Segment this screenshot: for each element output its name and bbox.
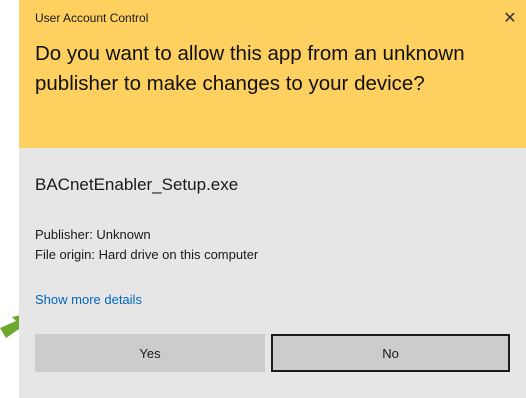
close-icon[interactable]: ✕ (494, 4, 526, 32)
uac-dialog: User Account Control ✕ Do you want to al… (19, 0, 526, 398)
no-button[interactable]: No (271, 334, 510, 372)
publisher-info: Publisher: Unknown (35, 227, 151, 242)
file-origin-info: File origin: Hard drive on this computer (35, 247, 259, 262)
show-more-details-link[interactable]: Show more details (35, 292, 142, 307)
permission-question: Do you want to allow this app from an un… (35, 42, 465, 95)
yes-button[interactable]: Yes (35, 334, 265, 372)
window-title: User Account Control (35, 11, 149, 25)
app-name: BACnetEnabler_Setup.exe (35, 175, 239, 194)
dialog-header: User Account Control ✕ Do you want to al… (19, 0, 526, 148)
